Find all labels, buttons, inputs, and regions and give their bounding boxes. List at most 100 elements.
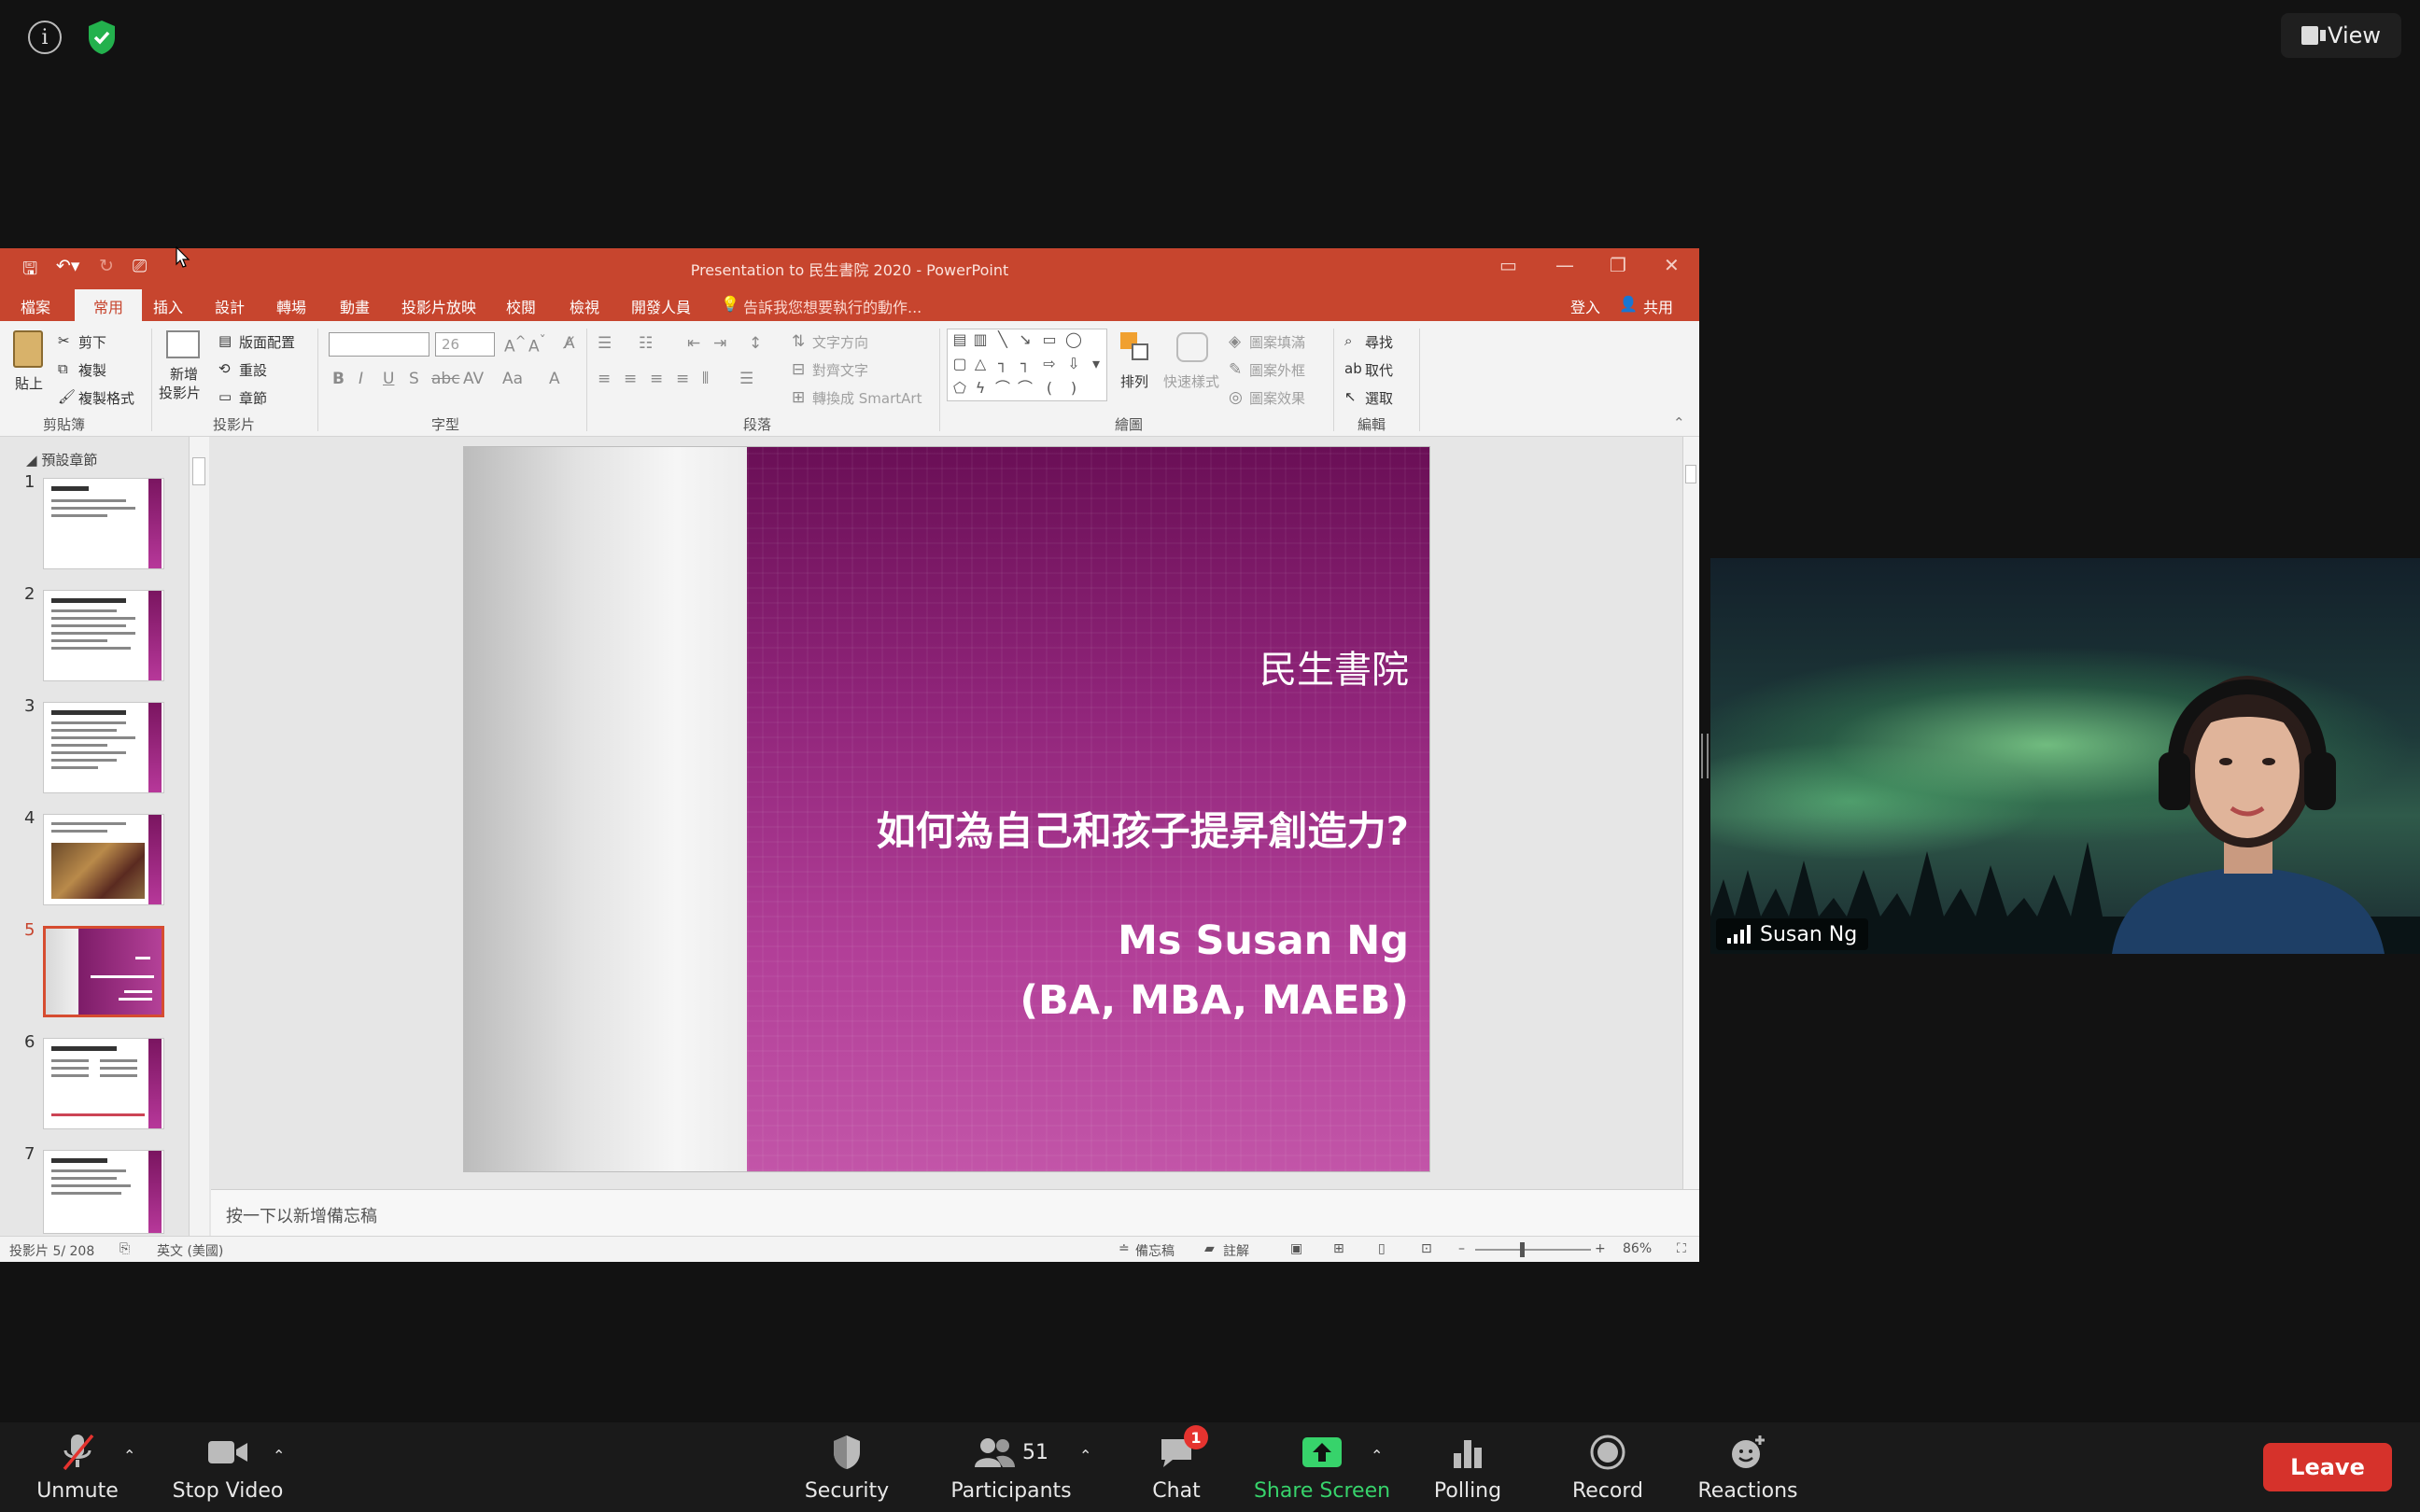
tab-review[interactable]: 校閱 xyxy=(506,295,536,317)
tab-transitions[interactable]: 轉場 xyxy=(276,295,306,317)
triangle-shape-icon[interactable]: △ xyxy=(970,356,991,372)
paste-button[interactable]: 貼上 xyxy=(15,373,43,393)
change-case-icon[interactable]: Aa xyxy=(502,370,523,388)
clear-format-icon[interactable]: A̸ xyxy=(564,334,575,353)
elbow-arrow-shape-icon[interactable]: ┐ xyxy=(1015,356,1035,372)
share-button[interactable]: 共用 xyxy=(1643,295,1673,317)
columns-icon[interactable]: ⫴ xyxy=(702,370,709,388)
cut-button[interactable]: 剪下 xyxy=(78,332,106,352)
right-arrow-shape-icon[interactable]: ⇨ xyxy=(1039,356,1060,372)
zoom-out-icon[interactable]: – xyxy=(1458,1241,1465,1256)
tab-animations[interactable]: 動畫 xyxy=(340,295,370,317)
tab-design[interactable]: 設計 xyxy=(215,295,245,317)
slide-scroll-thumb[interactable] xyxy=(1685,465,1696,483)
char-spacing-icon[interactable]: AV xyxy=(463,370,484,388)
shape-fill-button[interactable]: 圖案填滿 xyxy=(1249,332,1305,352)
meeting-info-icon[interactable]: i xyxy=(28,21,62,54)
slideshow-view-icon[interactable]: ⊡ xyxy=(1421,1241,1432,1256)
bullets-icon[interactable]: ☰ xyxy=(598,334,612,353)
format-painter-icon[interactable]: 🖌 xyxy=(58,388,76,405)
rectangle-shape-icon[interactable]: ▭ xyxy=(1039,331,1060,348)
tab-view[interactable]: 檢視 xyxy=(570,295,599,317)
reset-button[interactable]: 重設 xyxy=(239,360,267,380)
slide-thumbnail-7[interactable] xyxy=(43,1150,164,1234)
thumbnails-scroll-thumb[interactable] xyxy=(192,457,205,485)
security-button[interactable]: Security xyxy=(803,1422,891,1512)
sign-in-link[interactable]: 登入 xyxy=(1570,295,1600,317)
font-name-input[interactable] xyxy=(329,332,429,357)
convert-smartart-button[interactable]: 轉換成 SmartArt xyxy=(812,388,922,408)
ribbon-display-icon[interactable]: ▭ xyxy=(1499,254,1517,276)
align-text-button[interactable]: 對齊文字 xyxy=(812,360,868,380)
tell-me-search[interactable]: 告訴我您想要執行的動作... xyxy=(743,295,922,317)
tab-file[interactable]: 檔案 xyxy=(21,295,50,317)
tab-insert[interactable]: 插入 xyxy=(153,295,183,317)
elbow-connector-shape-icon[interactable]: ┐ xyxy=(992,356,1013,372)
slide-scrollbar[interactable] xyxy=(1682,437,1699,1189)
shape-effects-icon[interactable]: ◎ xyxy=(1229,388,1243,407)
notes-toggle[interactable]: 備忘稿 xyxy=(1135,1241,1175,1260)
cut-icon[interactable]: ✂ xyxy=(58,332,70,349)
smartart-icon[interactable]: ⊞ xyxy=(792,388,805,407)
shape-outline-button[interactable]: 圖案外框 xyxy=(1249,360,1305,380)
layout-button[interactable]: 版面配置 xyxy=(239,332,295,352)
strikethrough-icon[interactable]: abc xyxy=(431,370,460,388)
distributed-icon[interactable]: ☰ xyxy=(739,370,753,388)
reactions-button[interactable]: Reactions xyxy=(1697,1422,1798,1512)
slide-speaker-name[interactable]: Ms Susan Ng xyxy=(1118,917,1409,964)
tab-developer[interactable]: 開發人員 xyxy=(631,295,691,317)
new-slide-label-1[interactable]: 新增 xyxy=(170,364,198,384)
vertical-textbox-shape-icon[interactable]: ▥ xyxy=(970,331,991,348)
section-button[interactable]: 章節 xyxy=(239,388,267,408)
slide-question[interactable]: 如何為自己和孩子提昇創造力? xyxy=(877,800,1409,857)
view-button[interactable]: View xyxy=(2281,13,2401,58)
select-icon[interactable]: ↖ xyxy=(1344,388,1357,405)
replace-button[interactable]: 取代 xyxy=(1365,360,1393,380)
participants-button[interactable]: 51 Participants xyxy=(950,1422,1072,1512)
polling-button[interactable]: Polling xyxy=(1434,1422,1501,1512)
slide-sorter-icon[interactable]: ⊞ xyxy=(1333,1241,1344,1256)
encryption-shield-icon[interactable] xyxy=(86,19,118,56)
slide-thumbnail-4[interactable] xyxy=(43,814,164,905)
zoom-level[interactable]: 86% xyxy=(1623,1241,1652,1256)
close-icon[interactable]: ✕ xyxy=(1664,254,1680,276)
tab-slideshow[interactable]: 投影片放映 xyxy=(401,295,476,317)
textbox-shape-icon[interactable]: ▤ xyxy=(950,331,970,348)
slide-thumbnail-1[interactable] xyxy=(43,478,164,569)
quick-styles-button[interactable]: 快速樣式 xyxy=(1163,371,1219,391)
shadow-icon[interactable]: S xyxy=(409,370,419,388)
leave-button[interactable]: Leave xyxy=(2263,1443,2392,1491)
numbering-icon[interactable]: ☷ xyxy=(639,334,653,353)
quick-styles-icon[interactable] xyxy=(1176,332,1208,362)
zoom-slider-thumb[interactable] xyxy=(1520,1242,1525,1257)
record-button[interactable]: Record xyxy=(1569,1422,1647,1512)
video-options-chevron-icon[interactable]: ⌃ xyxy=(273,1447,285,1464)
slide-thumbnail-5-selected[interactable] xyxy=(43,926,164,1017)
arc-shape-icon[interactable]: ⌒ xyxy=(1015,380,1035,397)
text-direction-icon[interactable]: ⇅ xyxy=(792,332,805,351)
copy-icon[interactable]: ⧉ xyxy=(58,360,68,377)
arrange-icon[interactable] xyxy=(1120,332,1150,362)
audio-options-chevron-icon[interactable]: ⌃ xyxy=(123,1447,135,1464)
right-brace-shape-icon[interactable]: ) xyxy=(1063,380,1084,397)
reset-icon[interactable]: ⟲ xyxy=(218,360,231,377)
increase-indent-icon[interactable]: ⇥ xyxy=(713,334,726,353)
down-arrow-shape-icon[interactable]: ⇩ xyxy=(1063,356,1084,372)
rounded-rect-shape-icon[interactable]: ▢ xyxy=(950,356,970,372)
minimize-icon[interactable]: — xyxy=(1555,254,1574,276)
notes-icon[interactable]: ≐ xyxy=(1119,1241,1130,1256)
restore-icon[interactable]: ❐ xyxy=(1610,254,1626,276)
line-shape-icon[interactable]: ╲ xyxy=(992,331,1013,348)
align-right-icon[interactable]: ≡ xyxy=(650,370,663,388)
grow-font-icon[interactable]: A^ xyxy=(504,334,527,357)
format-painter-button[interactable]: 複製格式 xyxy=(78,388,134,408)
collapse-ribbon-icon[interactable]: ⌃ xyxy=(1673,414,1685,431)
shapes-gallery[interactable]: ▤ ▥ ╲ ↘ ▭ ◯ ▢ △ ┐ ┐ ⇨ ⇩ ⬠ ϟ ⌒ ⌒ ( ) ▾ xyxy=(947,329,1107,401)
slide-college-title[interactable]: 民生書院 xyxy=(1259,639,1409,693)
normal-view-icon[interactable]: ▣ xyxy=(1290,1241,1302,1256)
decrease-indent-icon[interactable]: ⇤ xyxy=(687,334,700,353)
participants-options-chevron-icon[interactable]: ⌃ xyxy=(1079,1447,1091,1464)
select-button[interactable]: 選取 xyxy=(1365,388,1393,408)
underline-icon[interactable]: U xyxy=(383,370,394,388)
fit-slide-icon[interactable]: ⛶ xyxy=(1677,1241,1686,1256)
